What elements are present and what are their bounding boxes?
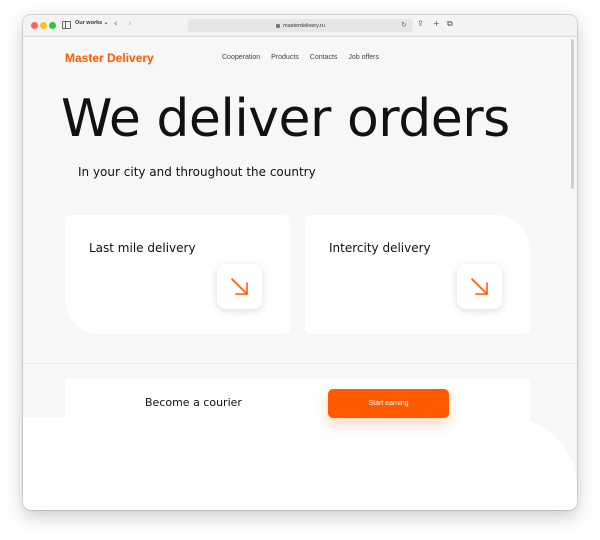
- section-divider: [23, 363, 577, 364]
- card-intercity-delivery[interactable]: Intercity delivery: [305, 215, 530, 334]
- courier-label: Become a courier: [145, 396, 242, 409]
- web-page: Master Delivery Cooperation Products Con…: [23, 37, 577, 510]
- browser-window: Our works ⌄ ‹ › masterdelivery.ru ↻ ⇪ + …: [23, 15, 577, 510]
- tab-group-selector[interactable]: Our works ⌄: [75, 20, 108, 26]
- sidebar-icon[interactable]: [62, 21, 71, 29]
- nav-link-job-offers[interactable]: Job offers: [348, 54, 379, 61]
- arrow-down-right-icon: [470, 277, 488, 295]
- reload-icon[interactable]: ↻: [401, 21, 407, 29]
- address-bar[interactable]: masterdelivery.ru ↻: [188, 19, 413, 32]
- card-title: Last mile delivery: [89, 241, 196, 255]
- site-logo[interactable]: Master Delivery: [65, 51, 154, 65]
- scrollbar[interactable]: [571, 39, 574, 189]
- close-window-button[interactable]: [31, 22, 38, 29]
- tab-overview-icon[interactable]: ⧉: [447, 19, 453, 29]
- lock-icon: [276, 24, 281, 28]
- nav-link-contacts[interactable]: Contacts: [310, 54, 338, 61]
- bottom-section-background: [23, 417, 577, 510]
- share-icon[interactable]: ⇪: [417, 19, 424, 28]
- arrow-down-right-icon: [230, 277, 248, 295]
- browser-toolbar: Our works ⌄ ‹ › masterdelivery.ru ↻ ⇪ + …: [23, 15, 577, 37]
- back-arrow-icon[interactable]: ‹: [114, 19, 118, 29]
- card-last-mile-delivery[interactable]: Last mile delivery: [65, 215, 290, 334]
- card-arrow-button[interactable]: [217, 264, 262, 309]
- card-arrow-button[interactable]: [457, 264, 502, 309]
- hero-title: We deliver orders: [61, 89, 510, 149]
- zoom-window-button[interactable]: [49, 22, 56, 29]
- courier-banner: Become a courier Start earning: [65, 379, 530, 427]
- minimize-window-button[interactable]: [40, 22, 47, 29]
- forward-arrow-icon[interactable]: ›: [128, 19, 132, 29]
- new-tab-icon[interactable]: +: [433, 19, 440, 28]
- main-nav: Cooperation Products Contacts Job offers: [222, 54, 379, 61]
- address-url: masterdelivery.ru: [283, 22, 325, 29]
- card-title: Intercity delivery: [329, 241, 431, 255]
- nav-link-products[interactable]: Products: [271, 54, 299, 61]
- start-earning-button[interactable]: Start earning: [328, 389, 449, 418]
- hero-subtitle: In your city and throughout the country: [78, 165, 316, 179]
- nav-link-cooperation[interactable]: Cooperation: [222, 54, 260, 61]
